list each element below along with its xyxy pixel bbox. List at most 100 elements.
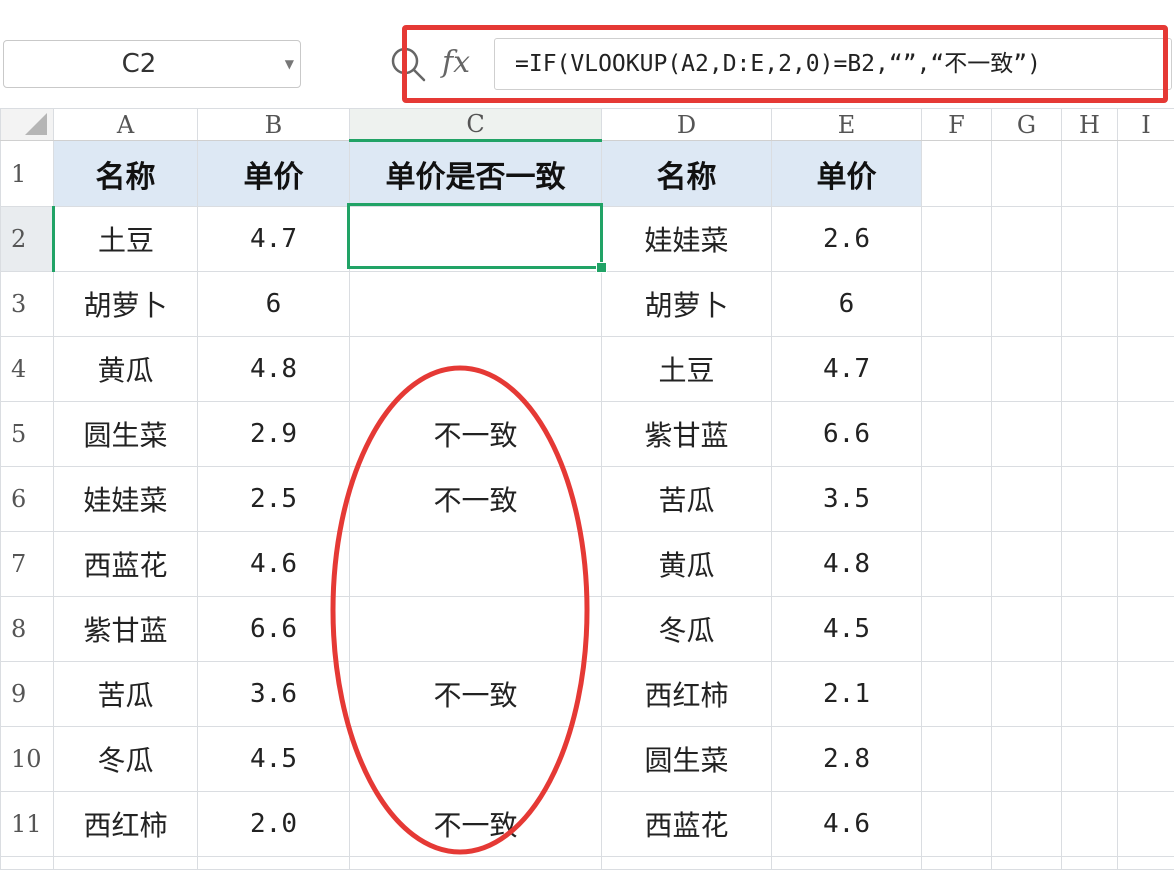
cell-empty[interactable] bbox=[1062, 402, 1118, 467]
cell-empty[interactable] bbox=[922, 792, 992, 857]
row-header[interactable]: 10 bbox=[1, 727, 54, 792]
cell-price-2[interactable]: 6.6 bbox=[772, 402, 922, 467]
column-header-f[interactable]: F bbox=[922, 109, 992, 141]
cell-empty[interactable] bbox=[1118, 597, 1174, 662]
cell-empty[interactable] bbox=[992, 337, 1062, 402]
cell-empty[interactable] bbox=[54, 857, 198, 870]
column-header-h[interactable]: H bbox=[1062, 109, 1118, 141]
row-header[interactable]: 8 bbox=[1, 597, 54, 662]
cell-name-2[interactable]: 冬瓜 bbox=[602, 597, 772, 662]
cell-empty[interactable] bbox=[1118, 792, 1174, 857]
cell-empty[interactable] bbox=[922, 402, 992, 467]
cell-empty[interactable] bbox=[992, 597, 1062, 662]
cell-price[interactable]: 6.6 bbox=[198, 597, 350, 662]
cell-price[interactable]: 4.5 bbox=[198, 727, 350, 792]
cell-empty[interactable] bbox=[1118, 532, 1174, 597]
cell-price[interactable]: 4.7 bbox=[198, 207, 350, 272]
cell-empty[interactable] bbox=[1118, 857, 1174, 870]
cell-empty[interactable] bbox=[1118, 727, 1174, 792]
cell-price-2[interactable]: 4.7 bbox=[772, 337, 922, 402]
formula-input[interactable]: =IF(VLOOKUP(A2,D:E,2,0)=B2,“”,“不一致”) bbox=[494, 38, 1172, 90]
cell-empty[interactable] bbox=[1062, 532, 1118, 597]
cell-empty[interactable] bbox=[992, 857, 1062, 870]
cell-price-2[interactable]: 4.6 bbox=[772, 792, 922, 857]
cell-name[interactable]: 冬瓜 bbox=[54, 727, 198, 792]
cell-empty[interactable] bbox=[992, 792, 1062, 857]
cell-empty[interactable] bbox=[1062, 727, 1118, 792]
cell-price[interactable]: 2.9 bbox=[198, 402, 350, 467]
cell-empty[interactable] bbox=[1062, 597, 1118, 662]
cell-match[interactable]: 不一致 bbox=[350, 467, 602, 532]
cell-empty[interactable] bbox=[1118, 467, 1174, 532]
cell-price[interactable]: 2.5 bbox=[198, 467, 350, 532]
row-header[interactable]: 4 bbox=[1, 337, 54, 402]
cell-header-match[interactable]: 单价是否一致 bbox=[350, 141, 602, 207]
cell-empty[interactable] bbox=[1118, 662, 1174, 727]
cell-empty[interactable] bbox=[1118, 141, 1174, 207]
cell-name[interactable]: 土豆 bbox=[54, 207, 198, 272]
cell-empty[interactable] bbox=[602, 857, 772, 870]
chevron-down-icon[interactable]: ▼ bbox=[285, 41, 294, 87]
column-header-c[interactable]: C bbox=[350, 109, 602, 141]
cell-header-price-2[interactable]: 单价 bbox=[772, 141, 922, 207]
row-header[interactable]: 7 bbox=[1, 532, 54, 597]
cell-price-2[interactable]: 3.5 bbox=[772, 467, 922, 532]
cell-empty[interactable] bbox=[992, 402, 1062, 467]
column-header-b[interactable]: B bbox=[198, 109, 350, 141]
cell-name[interactable]: 圆生菜 bbox=[54, 402, 198, 467]
cell-name-2[interactable]: 圆生菜 bbox=[602, 727, 772, 792]
cell-name-2[interactable]: 西红柿 bbox=[602, 662, 772, 727]
column-header-i[interactable]: I bbox=[1118, 109, 1174, 141]
row-header[interactable]: 1 bbox=[1, 141, 54, 207]
column-header-e[interactable]: E bbox=[772, 109, 922, 141]
row-header[interactable]: 11 bbox=[1, 792, 54, 857]
cell-empty[interactable] bbox=[1118, 272, 1174, 337]
cell-empty[interactable] bbox=[922, 337, 992, 402]
cell-empty[interactable] bbox=[1062, 792, 1118, 857]
cell-price[interactable]: 6 bbox=[198, 272, 350, 337]
search-icon[interactable] bbox=[388, 44, 428, 84]
cell-price-2[interactable]: 2.1 bbox=[772, 662, 922, 727]
cell-empty[interactable] bbox=[922, 272, 992, 337]
cell-name[interactable]: 西蓝花 bbox=[54, 532, 198, 597]
cell-header-price[interactable]: 单价 bbox=[198, 141, 350, 207]
cell-header-name-2[interactable]: 名称 bbox=[602, 141, 772, 207]
cell-empty[interactable] bbox=[922, 597, 992, 662]
cell-name-2[interactable]: 娃娃菜 bbox=[602, 207, 772, 272]
cell-name-2[interactable]: 土豆 bbox=[602, 337, 772, 402]
cell-match-active[interactable] bbox=[350, 207, 602, 272]
cell-match[interactable]: 不一致 bbox=[350, 792, 602, 857]
cell-empty[interactable] bbox=[1062, 857, 1118, 870]
row-header[interactable]: 9 bbox=[1, 662, 54, 727]
cell-empty[interactable] bbox=[1062, 272, 1118, 337]
cell-header-name[interactable]: 名称 bbox=[54, 141, 198, 207]
cell-price[interactable]: 4.8 bbox=[198, 337, 350, 402]
cell-empty[interactable] bbox=[992, 532, 1062, 597]
cell-empty[interactable] bbox=[1062, 467, 1118, 532]
cell-empty[interactable] bbox=[922, 207, 992, 272]
cell-price-2[interactable]: 2.8 bbox=[772, 727, 922, 792]
cell-empty[interactable] bbox=[922, 141, 992, 207]
cell-match[interactable]: 不一致 bbox=[350, 662, 602, 727]
cell-empty[interactable] bbox=[1118, 337, 1174, 402]
select-all-corner[interactable] bbox=[1, 109, 54, 141]
cell-empty[interactable] bbox=[1062, 337, 1118, 402]
cell-empty[interactable] bbox=[992, 141, 1062, 207]
cell-empty[interactable] bbox=[922, 857, 992, 870]
cell-empty[interactable] bbox=[1118, 402, 1174, 467]
cell-empty[interactable] bbox=[992, 662, 1062, 727]
cell-match[interactable] bbox=[350, 532, 602, 597]
fx-icon[interactable]: fx bbox=[442, 40, 470, 86]
cell-match[interactable] bbox=[350, 597, 602, 662]
cell-empty[interactable] bbox=[772, 857, 922, 870]
cell-match[interactable] bbox=[350, 272, 602, 337]
cell-price-2[interactable]: 6 bbox=[772, 272, 922, 337]
column-header-a[interactable]: A bbox=[54, 109, 198, 141]
cell-empty[interactable] bbox=[922, 532, 992, 597]
cell-empty[interactable] bbox=[992, 207, 1062, 272]
cell-price[interactable]: 3.6 bbox=[198, 662, 350, 727]
cell-empty[interactable] bbox=[198, 857, 350, 870]
cell-name[interactable]: 娃娃菜 bbox=[54, 467, 198, 532]
cell-price[interactable]: 4.6 bbox=[198, 532, 350, 597]
cell-name-2[interactable]: 胡萝卜 bbox=[602, 272, 772, 337]
